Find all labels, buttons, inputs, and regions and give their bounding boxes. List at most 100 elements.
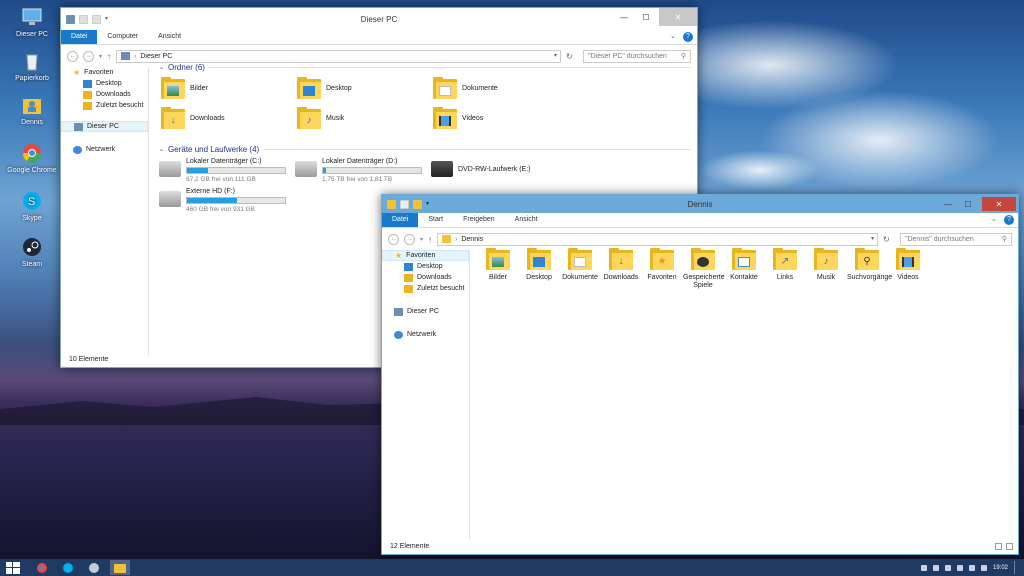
folder-searches[interactable]: ⚲ Suchvorgänge xyxy=(847,248,892,282)
desktop-icon-steam[interactable]: Steam xyxy=(6,236,58,268)
refresh-icon[interactable]: ↻ xyxy=(566,52,578,61)
details-view-icon[interactable] xyxy=(995,543,1002,550)
close-button[interactable]: ✕ xyxy=(982,197,1016,211)
search-input[interactable]: "Dieser PC" durchsuchen ⚲ xyxy=(583,49,691,63)
maximize-button[interactable]: ☐ xyxy=(635,8,657,26)
folder-links[interactable]: ↗ Links xyxy=(765,248,805,282)
folder-videos[interactable]: Videos xyxy=(433,107,483,129)
folder-saved-games[interactable]: Gespeicherte Spiele xyxy=(683,248,725,290)
music-folder-icon: ♪ xyxy=(297,107,321,129)
breadcrumb[interactable]: Dieser PC xyxy=(140,53,172,60)
folder-bilder[interactable]: Bilder xyxy=(478,248,518,282)
help-icon[interactable]: ? xyxy=(1004,215,1014,225)
tab-datei[interactable]: Datei xyxy=(382,213,419,227)
forward-button[interactable]: → xyxy=(404,233,415,245)
start-button[interactable] xyxy=(0,560,26,575)
folder-musik[interactable]: ♪ Musik xyxy=(806,248,846,282)
nav-downloads[interactable]: Downloads xyxy=(61,89,148,100)
folder-bilder[interactable]: Bilder xyxy=(161,77,208,99)
tray-icon[interactable] xyxy=(920,564,927,571)
tab-datei[interactable]: Datei xyxy=(61,30,98,44)
expand-ribbon-icon[interactable]: ⌄ xyxy=(991,215,1001,225)
forward-button[interactable]: → xyxy=(83,50,94,62)
properties-icon[interactable] xyxy=(79,14,88,24)
tab-start[interactable]: Start xyxy=(418,213,453,227)
nav-desktop[interactable]: Desktop xyxy=(61,78,148,89)
drive-c[interactable]: Lokaler Datenträger (C:) 87,2 GB frei vo… xyxy=(159,158,286,183)
address-dropdown-icon[interactable]: ▾ xyxy=(554,52,557,59)
folder-musik[interactable]: ♪ Musik xyxy=(297,107,344,129)
chevron-down-icon[interactable]: ▾ xyxy=(426,200,432,209)
new-folder-icon[interactable] xyxy=(92,14,101,24)
tray-icon[interactable] xyxy=(956,564,963,571)
minimize-button[interactable]: — xyxy=(938,195,958,213)
taskbar-explorer[interactable] xyxy=(110,560,130,575)
recent-locations-icon[interactable]: ▾ xyxy=(420,236,423,243)
nav-recent[interactable]: Zuletzt besucht xyxy=(61,100,148,111)
folder-downloads[interactable]: ↓ Downloads xyxy=(161,107,225,129)
desktop-icon-chrome[interactable]: Google Chrome xyxy=(6,142,58,174)
nav-network[interactable]: Netzwerk xyxy=(61,144,148,155)
nav-this-pc[interactable]: Dieser PC xyxy=(61,121,148,132)
tab-computer[interactable]: Computer xyxy=(97,30,148,44)
tray-icon[interactable] xyxy=(944,564,951,571)
folder-favoriten[interactable]: ★ Favoriten xyxy=(642,248,682,282)
show-desktop-button[interactable] xyxy=(1014,561,1018,574)
nav-favorites[interactable]: ★ Favoriten xyxy=(382,250,469,261)
refresh-icon[interactable]: ↻ xyxy=(883,235,895,244)
nav-desktop[interactable]: Desktop xyxy=(382,261,469,272)
volume-icon[interactable] xyxy=(980,564,987,571)
properties-icon[interactable] xyxy=(400,199,409,209)
chevron-down-icon[interactable]: ▾ xyxy=(105,15,111,24)
folder-desktop[interactable]: Desktop xyxy=(519,248,559,282)
breadcrumb[interactable]: Dennis xyxy=(461,236,483,243)
drive-d[interactable]: Lokaler Datenträger (D:) 1,75 TB frei vo… xyxy=(295,158,422,183)
back-button[interactable]: ← xyxy=(388,233,399,245)
desktop-icon-skype[interactable]: S Skype xyxy=(6,190,58,222)
desktop-icon-dennis[interactable]: Dennis xyxy=(6,94,58,126)
up-button[interactable]: ↑ xyxy=(107,52,111,61)
drive-f[interactable]: Externe HD (F:) 460 GB frei von 931 GB xyxy=(159,188,286,213)
desktop-icon-recycle-bin[interactable]: Papierkorb xyxy=(6,50,58,82)
search-input[interactable]: "Dennis" durchsuchen ⚲ xyxy=(900,232,1012,246)
computer-icon xyxy=(74,122,83,131)
recent-locations-icon[interactable]: ▾ xyxy=(99,53,102,60)
folder-dokumente[interactable]: Dokumente xyxy=(560,248,600,282)
new-folder-icon[interactable] xyxy=(413,199,422,209)
clock[interactable]: 19:02 xyxy=(993,565,1008,571)
tray-icon[interactable] xyxy=(932,564,939,571)
folder-videos[interactable]: Videos xyxy=(888,248,928,282)
tab-freigeben[interactable]: Freigeben xyxy=(453,213,505,227)
taskbar-chrome[interactable] xyxy=(32,560,52,575)
address-bar[interactable]: › Dennis ▾ xyxy=(437,232,878,246)
large-icons-view-icon[interactable] xyxy=(1006,543,1013,550)
address-bar[interactable]: › Dieser PC ▾ xyxy=(116,49,561,63)
address-dropdown-icon[interactable]: ▾ xyxy=(871,235,874,242)
nav-network[interactable]: Netzwerk xyxy=(382,329,469,340)
drive-e[interactable]: DVD-RW-Laufwerk (E:) xyxy=(431,161,530,177)
close-button[interactable]: ✕ xyxy=(659,8,697,26)
expand-ribbon-icon[interactable]: ⌄ xyxy=(670,32,680,42)
group-header-drives[interactable]: ⌄ Geräte und Laufwerke (4) xyxy=(159,145,691,154)
up-button[interactable]: ↑ xyxy=(428,235,432,244)
help-icon[interactable]: ? xyxy=(683,32,693,42)
folder-downloads[interactable]: ↓ Downloads xyxy=(601,248,641,282)
taskbar-skype[interactable] xyxy=(58,560,78,575)
minimize-button[interactable]: — xyxy=(613,8,635,26)
maximize-button[interactable]: ☐ xyxy=(958,195,978,213)
nav-downloads[interactable]: Downloads xyxy=(382,272,469,283)
network-status-icon[interactable] xyxy=(968,564,975,571)
dvd-drive-icon xyxy=(431,161,453,177)
back-button[interactable]: ← xyxy=(67,50,78,62)
folder-dokumente[interactable]: Dokumente xyxy=(433,77,498,99)
folder-desktop[interactable]: Desktop xyxy=(297,77,352,99)
taskbar-steam[interactable] xyxy=(84,560,104,575)
nav-favorites[interactable]: ★ Favoriten xyxy=(61,67,148,78)
folder-kontakte[interactable]: Kontakte xyxy=(724,248,764,282)
group-header-folders[interactable]: ⌄ Ordner (6) xyxy=(159,63,691,72)
nav-this-pc[interactable]: Dieser PC xyxy=(382,306,469,317)
tab-ansicht[interactable]: Ansicht xyxy=(148,30,191,44)
tab-ansicht[interactable]: Ansicht xyxy=(505,213,548,227)
nav-recent[interactable]: Zuletzt besucht xyxy=(382,283,469,294)
desktop-icon-this-pc[interactable]: Dieser PC xyxy=(6,6,58,38)
